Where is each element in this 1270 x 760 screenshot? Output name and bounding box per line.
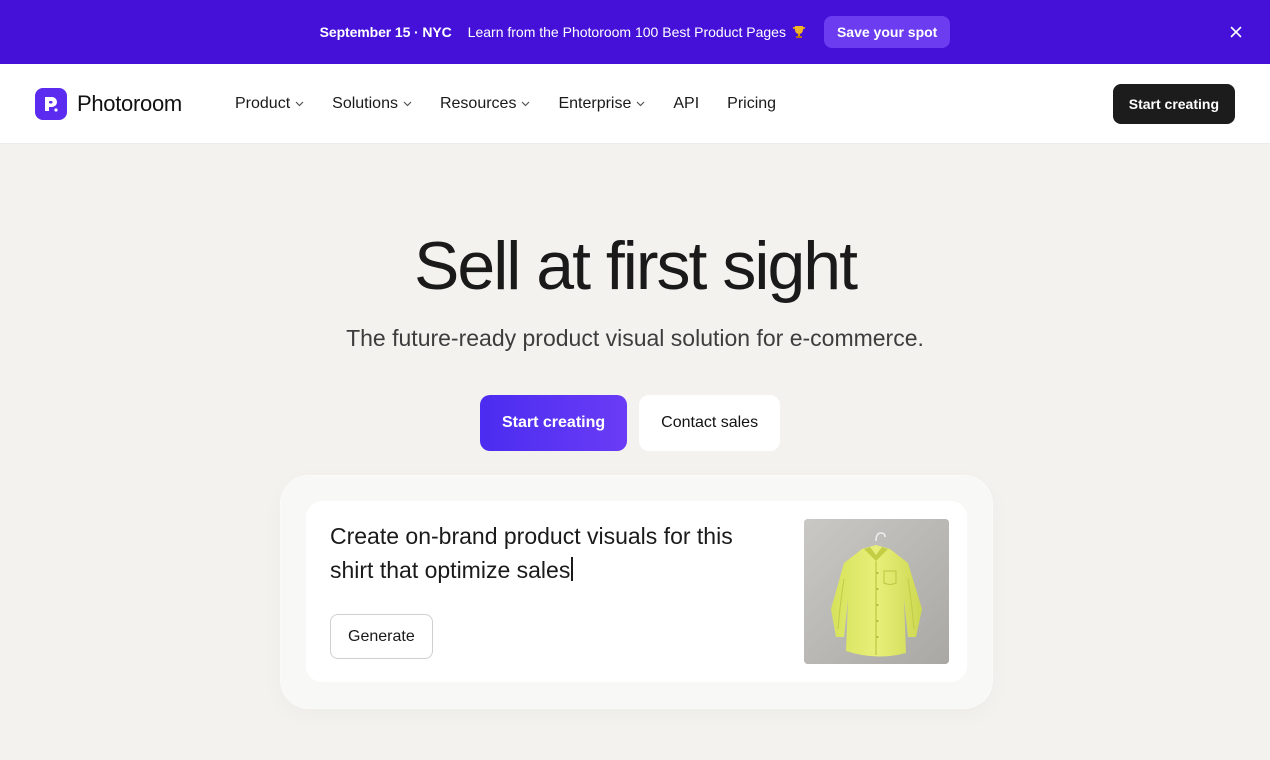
nav-item-solutions[interactable]: Solutions [332, 95, 412, 113]
logo[interactable]: Photoroom [35, 88, 182, 120]
nav-label: Enterprise [558, 95, 632, 112]
hero-actions: Start creating Contact sales [480, 395, 781, 451]
chevron-down-icon [521, 101, 530, 107]
prompt-card: Create on-brand product visuals for this… [306, 501, 967, 682]
banner-content: September 15 · NYC Learn from the Photor… [320, 16, 951, 48]
nav-label: Solutions [332, 95, 398, 112]
site-header: Photoroom Product Solutions Resources En… [0, 64, 1270, 144]
close-icon[interactable] [1228, 24, 1244, 40]
banner-text[interactable]: Learn from the Photoroom 100 Best Produc… [468, 24, 786, 40]
nav-label: API [673, 95, 700, 112]
prompt-input[interactable]: Create on-brand product visuals for this… [330, 519, 780, 587]
nav-item-api[interactable]: API [673, 95, 699, 113]
announcement-banner: September 15 · NYC Learn from the Photor… [0, 0, 1270, 64]
trophy-icon [792, 25, 806, 39]
nav-item-resources[interactable]: Resources [440, 95, 530, 113]
nav-label: Resources [439, 95, 517, 112]
chevron-down-icon [295, 101, 304, 107]
hero-subtitle: The future-ready product visual solution… [346, 325, 924, 351]
main-nav: Product Solutions Resources Enterprise A… [235, 64, 804, 144]
nav-item-product[interactable]: Product [235, 95, 304, 113]
nav-item-enterprise[interactable]: Enterprise [558, 95, 645, 113]
nav-label: Product [235, 95, 291, 112]
nav-item-pricing[interactable]: Pricing [727, 95, 776, 113]
save-your-spot-button[interactable]: Save your spot [823, 16, 951, 48]
logo-text: Photoroom [77, 91, 182, 116]
hero-title: Sell at first sight [414, 228, 858, 304]
product-image-yellow-shirt [804, 519, 949, 664]
chevron-down-icon [403, 101, 412, 107]
header-start-creating-button[interactable]: Start creating [1112, 84, 1235, 124]
generate-button[interactable]: Generate [330, 614, 433, 659]
text-caret [571, 557, 574, 581]
nav-label: Pricing [727, 95, 777, 112]
photoroom-logo-icon [35, 88, 67, 120]
contact-sales-button[interactable]: Contact sales [639, 395, 781, 451]
prompt-text: Create on-brand product visuals for this… [330, 523, 733, 583]
chevron-down-icon [636, 101, 645, 107]
banner-date: September 15 · NYC [319, 24, 452, 40]
start-creating-button[interactable]: Start creating [480, 395, 628, 451]
